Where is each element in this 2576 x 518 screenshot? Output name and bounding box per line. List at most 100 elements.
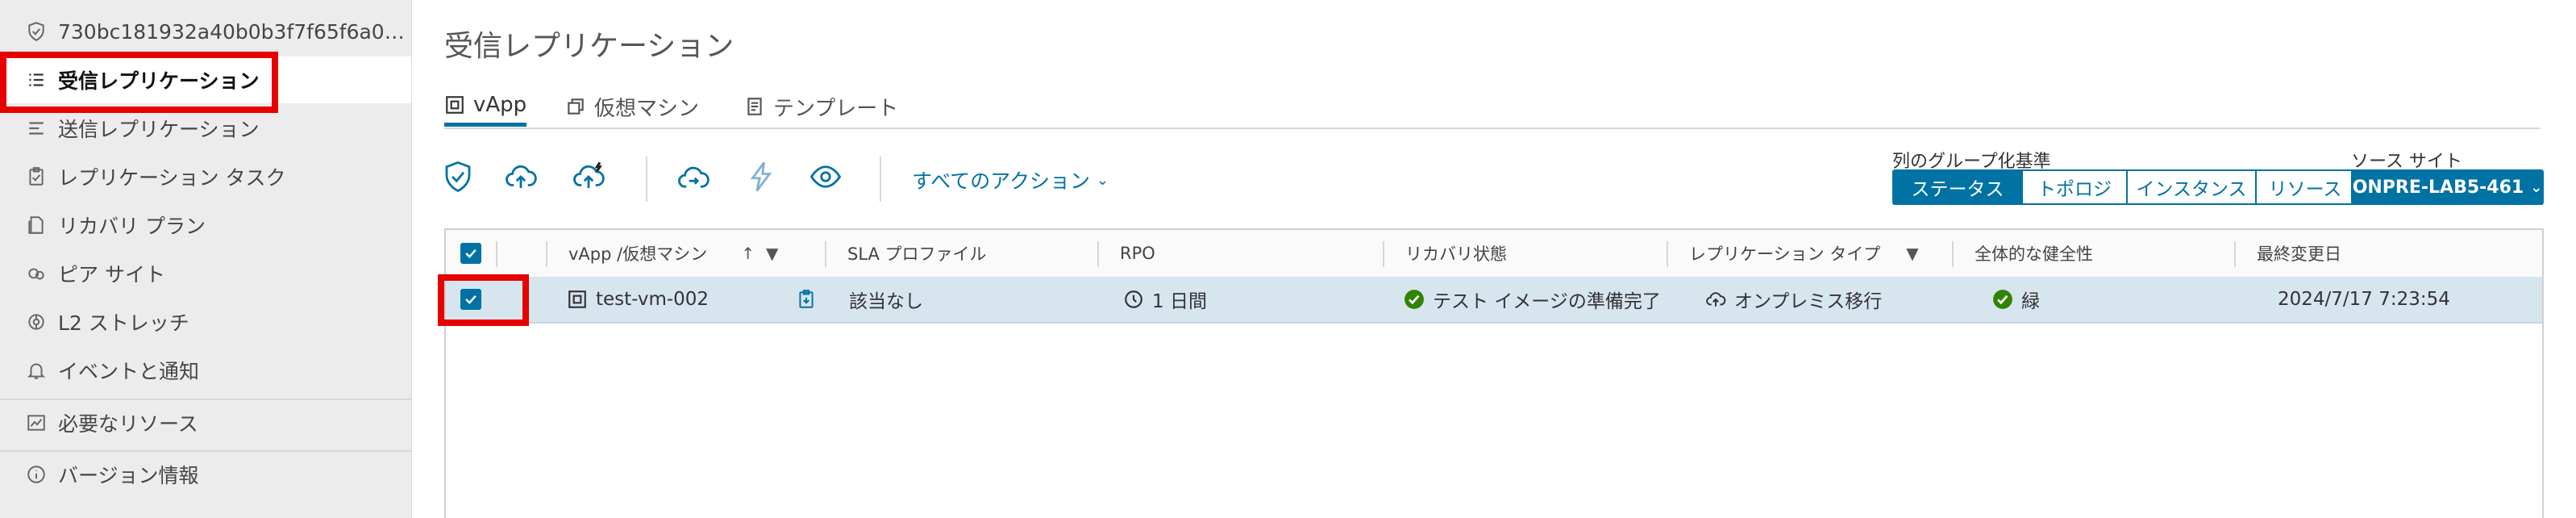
replication-type-value: オンプレミス移行: [1734, 291, 1883, 312]
column-header-recovery-state[interactable]: リカバリ状態: [1384, 230, 1658, 277]
list-icon: [26, 69, 47, 90]
clock-icon: [1125, 290, 1142, 308]
tab-label: vApp: [473, 93, 527, 117]
group-by-resource-button[interactable]: リソース: [2257, 171, 2353, 203]
cloud-upload-icon: [1706, 292, 1726, 307]
column-label: レプリケーション タイプ: [1689, 244, 1881, 264]
main-content: 受信レプリケーション vApp 仮想マシン テンプレート すべてのアクション ⌄…: [412, 0, 2576, 518]
chevron-down-icon: ⌄: [2530, 178, 2543, 196]
group-by-status-button[interactable]: ステータス: [1894, 171, 2023, 203]
health-value: 緑: [2021, 291, 2040, 312]
filter-icon[interactable]: ▼: [766, 244, 778, 263]
sidebar-item-label: L2 ストレッチ: [58, 311, 189, 335]
all-actions-label: すべてのアクション: [912, 169, 1091, 193]
sidebar-item-label: 必要なリソース: [58, 412, 198, 436]
sidebar-item-recovery-plans[interactable]: リカバリ プラン: [0, 202, 411, 249]
sidebar-item-label: 受信レプリケーション: [58, 69, 260, 93]
migrate-cloud-icon[interactable]: [570, 158, 607, 195]
view-icon[interactable]: [807, 158, 844, 195]
sidebar-item-label: 730bc181932a40b0b3f7f65f6a06b...: [58, 19, 411, 44]
toolbar-divider: [880, 157, 881, 202]
sidebar-item-site-id[interactable]: 730bc181932a40b0b3f7f65f6a06b...: [0, 8, 411, 55]
bell-icon: [26, 360, 47, 381]
sort-ascending-icon[interactable]: ↑: [741, 244, 755, 263]
sidebar-item-label: バージョン情報: [58, 464, 199, 487]
column-divider: [496, 241, 497, 267]
column-label: vApp /仮想マシン: [568, 244, 708, 264]
recovery-state-value: テスト イメージの準備完了: [1433, 291, 1661, 312]
sla-cell: 該当なし: [849, 291, 923, 312]
sidebar-item-l2-stretch[interactable]: L2 ストレッチ: [0, 299, 411, 345]
column-header-replication-type[interactable]: レプリケーション タイプ ▼: [1668, 230, 1942, 277]
network-icon: [26, 311, 47, 332]
toolbar-divider: [646, 157, 647, 202]
chart-icon: [26, 412, 47, 433]
column-header-sla[interactable]: SLA プロファイル: [826, 230, 1092, 277]
checkbox-checked-icon: [460, 289, 481, 310]
chevron-down-icon: ⌄: [1097, 171, 1109, 189]
tab-vapp[interactable]: vApp: [444, 87, 527, 127]
failover-icon[interactable]: [743, 158, 780, 195]
group-by-instance-button[interactable]: インスタンス: [2128, 171, 2257, 203]
replication-type-cell: オンプレミス移行: [1705, 277, 1882, 322]
group-by-topology-button[interactable]: トポロジ: [2023, 171, 2128, 203]
grid-header: vApp /仮想マシン ↑ ▼ SLA プロファイル RPO リカバリ状態 レプ…: [446, 230, 2542, 278]
template-icon: [747, 98, 762, 115]
sidebar-item-label: リカバリ プラン: [58, 215, 206, 238]
protect-icon[interactable]: [439, 158, 476, 195]
row-checkbox[interactable]: [460, 277, 481, 322]
column-header-rpo[interactable]: RPO: [1099, 230, 1373, 277]
source-site-value: ONPRE-LAB5-461: [2352, 177, 2524, 198]
check-circle-icon: [1405, 290, 1424, 309]
source-site-dropdown[interactable]: ONPRE-LAB5-461 ⌄: [2351, 169, 2544, 205]
upload-cloud-icon[interactable]: [502, 158, 539, 195]
rpo-cell: 1 日間: [1123, 277, 1207, 322]
tab-label: テンプレート: [773, 96, 899, 121]
tab-label: 仮想マシン: [594, 96, 700, 121]
sidebar-item-events-notifications[interactable]: イベントと通知: [0, 347, 411, 394]
table-row[interactable]: test-vm-002 該当なし 1 日間 テスト イメージの準備完了 オンプレ…: [446, 277, 2542, 324]
info-icon: [26, 464, 47, 485]
column-header-health[interactable]: 全体的な健全性: [1954, 230, 2228, 277]
sidebar-item-incoming-replications[interactable]: 受信レプリケーション: [0, 56, 411, 103]
sidebar-item-version-info[interactable]: バージョン情報: [0, 450, 411, 497]
checkbox-checked-icon: [460, 243, 481, 264]
column-header-vapp[interactable]: vApp /仮想マシン ↑ ▼: [547, 230, 814, 277]
rpo-value: 1 日間: [1152, 291, 1207, 312]
tab-template[interactable]: テンプレート: [744, 87, 898, 126]
details-icon[interactable]: [796, 277, 825, 322]
sidebar-item-replication-tasks[interactable]: レプリケーション タスク: [0, 153, 411, 200]
clipboard-icon: [26, 166, 47, 187]
peer-site-icon: [26, 263, 47, 284]
tab-vm[interactable]: 仮想マシン: [565, 87, 699, 126]
vapp-icon: [568, 290, 586, 308]
sidebar-item-label: レプリケーション タスク: [58, 166, 286, 190]
group-by-segmented: ステータス トポロジ インスタンス リソース: [1892, 169, 2355, 205]
sidebar: 730bc181932a40b0b3f7f65f6a06b... 受信レプリケー…: [0, 0, 412, 518]
page-title: 受信レプリケーション: [444, 30, 735, 63]
list-out-icon: [26, 118, 47, 139]
tab-bar: vApp 仮想マシン テンプレート: [444, 87, 2541, 129]
recovery-state-cell: テスト イメージの準備完了: [1404, 277, 1661, 322]
sidebar-item-label: ピア サイト: [58, 263, 165, 286]
sidebar-item-peer-sites[interactable]: ピア サイト: [0, 250, 411, 297]
select-all-checkbox[interactable]: [446, 230, 496, 277]
sidebar-item-required-resources[interactable]: 必要なリソース: [0, 399, 411, 445]
sidebar-item-outgoing-replications[interactable]: 送信レプリケーション: [0, 105, 411, 152]
column-header-last-modified[interactable]: 最終変更日: [2236, 230, 2510, 277]
sidebar-item-label: イベントと通知: [58, 360, 200, 383]
vapp-name: test-vm-002: [596, 289, 710, 310]
all-actions-dropdown[interactable]: すべてのアクション ⌄: [912, 165, 1109, 194]
vapp-name-cell[interactable]: test-vm-002: [567, 277, 709, 322]
replications-grid: vApp /仮想マシン ↑ ▼ SLA プロファイル RPO リカバリ状態 レプ…: [444, 228, 2544, 518]
sidebar-item-label: 送信レプリケーション: [58, 118, 260, 141]
health-cell: 緑: [1992, 277, 2040, 322]
vapp-icon: [446, 96, 464, 114]
last-modified-cell: 2024/7/17 7:23:54: [2278, 289, 2450, 310]
vm-icon: [568, 98, 584, 115]
sync-cloud-icon[interactable]: [675, 158, 712, 195]
filter-icon[interactable]: ▼: [1906, 244, 1918, 263]
plan-icon: [26, 215, 47, 236]
shield-icon: [26, 21, 47, 42]
check-circle-icon: [1993, 290, 2012, 309]
